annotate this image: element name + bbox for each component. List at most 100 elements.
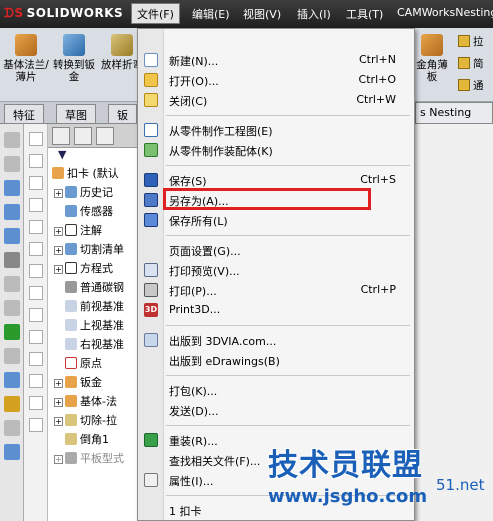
side-tool-1[interactable]: 拉 <box>455 30 493 52</box>
reload-icon <box>144 433 158 447</box>
save-all-icon <box>144 213 158 227</box>
tree-node[interactable]: 上视基准 <box>48 316 137 335</box>
tab-camworks-nesting[interactable]: s Nesting <box>415 102 493 124</box>
tree-node[interactable]: + 平板型式 <box>48 449 137 468</box>
feature-manager-tree: ▼ 扣卡 (默认 + 历史记 传感器 + 注解 + 切割清单 + 方程式 普通碳钢 前视… <box>48 124 138 521</box>
tree-node[interactable]: + 注解 <box>48 221 137 240</box>
menu-item-close[interactable]: 关闭(C) Ctrl+W <box>138 90 414 110</box>
menu-item-save-all[interactable]: 保存所有(L) <box>138 210 414 230</box>
cube-view-icon[interactable] <box>29 198 43 212</box>
tab-sketch[interactable]: 草图 <box>56 104 96 123</box>
menu-item-send[interactable]: 发送(D)... <box>138 400 414 420</box>
cube-view-icon[interactable] <box>29 396 43 410</box>
side-tool-2[interactable]: 简 <box>455 52 493 74</box>
material-icon <box>65 281 77 293</box>
cube-view-icon[interactable] <box>29 352 43 366</box>
watermark-main-text: 技术员联盟 <box>268 448 423 483</box>
tool-dim-icon[interactable] <box>4 396 20 412</box>
menu-item-publish-3dvia[interactable]: 出版到 3DVIA.com... <box>138 330 414 350</box>
tool-rect-icon[interactable] <box>4 156 20 172</box>
cube-view-icon[interactable] <box>29 330 43 344</box>
menu-item-save[interactable]: 保存(S) Ctrl+S <box>138 170 414 190</box>
expand-icon[interactable]: + <box>54 227 63 236</box>
ds-logo-icon: ᗪS <box>4 6 24 20</box>
tool-marker-icon[interactable] <box>4 324 20 340</box>
tree-node[interactable]: 传感器 <box>48 202 137 221</box>
menu-camworks-nesting[interactable]: CAMWorksNesting <box>397 6 493 19</box>
tree-node[interactable]: 普通碳钢 <box>48 278 137 297</box>
menu-item-print-preview[interactable]: 打印预览(V)... <box>138 260 414 280</box>
tree-node[interactable]: 原点 <box>48 354 137 373</box>
sensor-icon <box>65 205 77 217</box>
menu-item-print3d[interactable]: 3D Print3D... <box>138 300 414 320</box>
tool-print-icon[interactable] <box>4 444 20 460</box>
cube-view-icon[interactable] <box>29 220 43 234</box>
menu-item-print[interactable]: 打印(P)... Ctrl+P <box>138 280 414 300</box>
tree-node-root[interactable]: 扣卡 (默认 <box>48 164 137 183</box>
property-manager-tab-icon[interactable] <box>74 127 92 145</box>
feature-manager-tab-icon[interactable] <box>52 127 70 145</box>
menu-item-new[interactable]: 新建(N)... Ctrl+N <box>138 50 414 70</box>
cube-view-icon[interactable] <box>29 374 43 388</box>
tool-cut-icon[interactable] <box>4 300 20 316</box>
tree-node[interactable]: + 方程式 <box>48 259 137 278</box>
tool-wave-icon[interactable] <box>4 348 20 364</box>
chamfer-icon <box>65 433 77 445</box>
tree-node[interactable]: 右视基准 <box>48 335 137 354</box>
base-flange-button[interactable]: 基体法兰/薄片 <box>0 34 52 83</box>
watermark-url: www.jsgho.com <box>268 486 428 507</box>
tree-node[interactable]: 倒角1 <box>48 430 137 449</box>
menu-item-open[interactable]: 打开(O)... Ctrl+O <box>138 70 414 90</box>
expand-icon[interactable]: + <box>54 398 63 407</box>
cube-view-icon[interactable] <box>29 418 43 432</box>
menu-insert[interactable]: 插入(I) <box>297 6 331 22</box>
menu-file[interactable]: 文件(F) <box>131 3 180 24</box>
menu-item-page-setup[interactable]: 页面设置(G)... <box>138 240 414 260</box>
tool-circle-icon[interactable] <box>4 372 20 388</box>
tree-node[interactable]: + 切除-拉 <box>48 411 137 430</box>
tool-section-icon[interactable] <box>4 228 20 244</box>
expand-icon[interactable]: + <box>54 417 63 426</box>
tree-node[interactable]: + 基体-法 <box>48 392 137 411</box>
tree-filter[interactable]: ▼ <box>48 148 137 164</box>
expand-icon[interactable]: + <box>54 265 63 274</box>
cube-view-icon[interactable] <box>29 154 43 168</box>
menu-edit[interactable]: 编辑(E) <box>192 6 230 22</box>
expand-icon[interactable]: + <box>54 379 63 388</box>
cube-view-icon[interactable] <box>29 264 43 278</box>
expand-icon[interactable]: + <box>54 246 63 255</box>
sheet-metal-icon <box>65 376 77 388</box>
tool-gear-icon[interactable] <box>4 252 20 268</box>
convert-to-sheet-metal-button[interactable]: 转换到钣金 <box>48 34 100 83</box>
corner-gusset-button[interactable]: 金角薄板 <box>412 34 452 83</box>
menu-item-make-assembly[interactable]: 从零件制作装配体(K) <box>138 140 414 160</box>
tool-part-icon[interactable] <box>4 204 20 220</box>
cube-view-icon[interactable] <box>29 286 43 300</box>
tool-edit-icon[interactable] <box>4 276 20 292</box>
tree-node[interactable]: 前视基准 <box>48 297 137 316</box>
tree-node[interactable]: + 钣金 <box>48 373 137 392</box>
tool-view-icon[interactable] <box>4 180 20 196</box>
menu-item-make-drawing[interactable]: 从零件制作工程图(E) <box>138 120 414 140</box>
menu-tools[interactable]: 工具(T) <box>346 6 383 22</box>
cube-view-icon[interactable] <box>29 132 43 146</box>
tree-node[interactable]: + 历史记 <box>48 183 137 202</box>
menu-view[interactable]: 视图(V) <box>243 6 281 22</box>
print-preview-icon <box>144 263 158 277</box>
tool-line-icon[interactable] <box>4 132 20 148</box>
side-tool-3[interactable]: 通 <box>455 74 493 96</box>
tree-node[interactable]: + 切割清单 <box>48 240 137 259</box>
config-manager-tab-icon[interactable] <box>96 127 114 145</box>
cube-view-icon[interactable] <box>29 176 43 190</box>
tool-misc-icon[interactable] <box>4 420 20 436</box>
cube-view-icon[interactable] <box>29 242 43 256</box>
menu-item-publish-edrawings[interactable]: 出版到 eDrawings(B) <box>138 350 414 370</box>
new-file-icon <box>144 53 158 67</box>
watermark-suffix: 51.net <box>436 476 485 494</box>
cube-view-icon[interactable] <box>29 308 43 322</box>
tab-features[interactable]: 特征 <box>4 104 44 123</box>
expand-icon[interactable]: + <box>54 455 63 464</box>
menu-item-pack-and-go[interactable]: 打包(K)... <box>138 380 414 400</box>
tab-sheet-metal[interactable]: 钣 <box>108 104 137 123</box>
expand-icon[interactable]: + <box>54 189 63 198</box>
